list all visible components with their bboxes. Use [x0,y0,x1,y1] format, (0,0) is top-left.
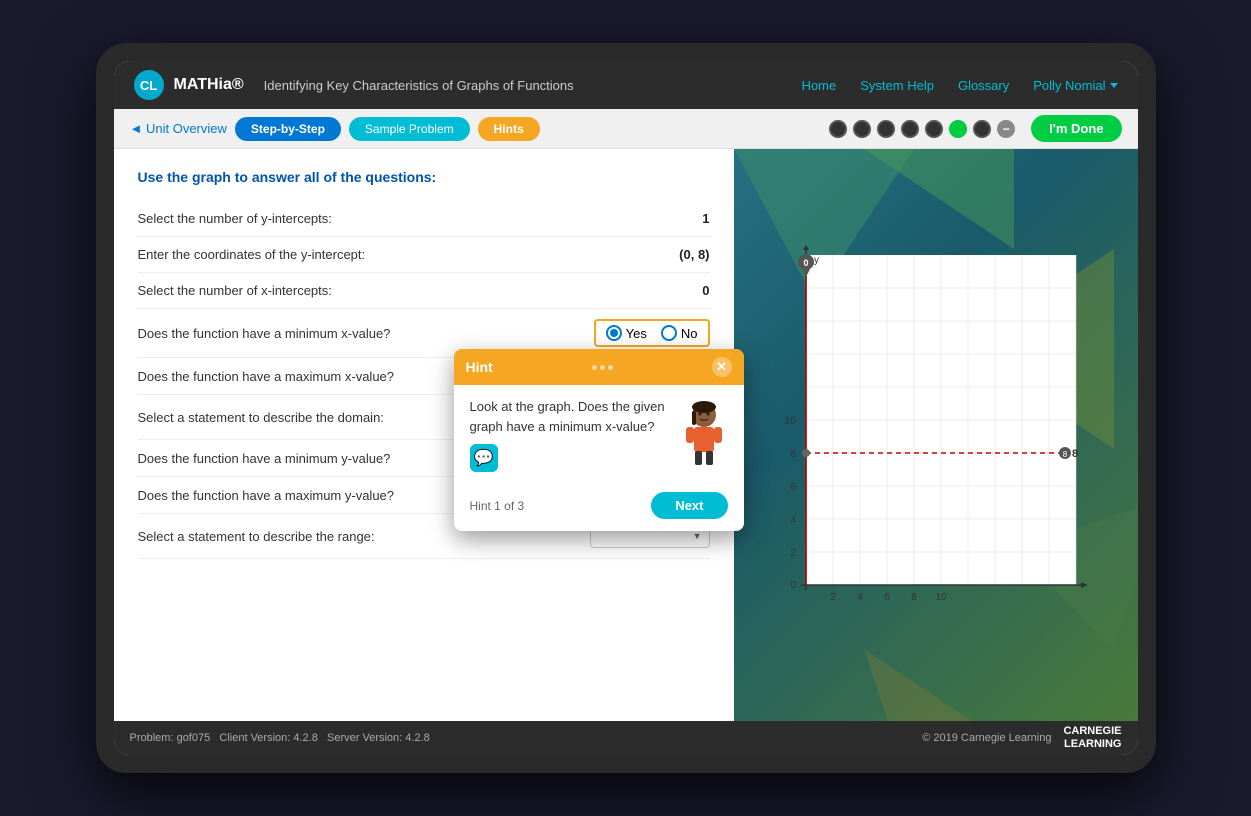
progress-dot-1 [829,120,847,138]
tablet-screen: CL MATHia® Identifying Key Characteristi… [114,61,1138,755]
graph-svg: 0 2 4 6 8 10 2 4 6 8 10 y [776,245,1096,625]
svg-text:6: 6 [790,482,796,493]
hint-footer: Hint 1 of 3 Next [454,484,744,531]
progress-dot-2 [853,120,871,138]
svg-text:8: 8 [1072,448,1078,460]
copyright: © 2019 Carnegie Learning [922,732,1051,744]
progress-dot-7 [973,120,991,138]
svg-text:8: 8 [1062,450,1067,459]
avatar [680,397,728,467]
im-done-button[interactable]: I'm Done [1031,115,1121,142]
main-content: Use the graph to answer all of the quest… [114,149,1138,721]
hint-counter: Hint 1 of 3 [470,499,525,513]
chevron-down-icon [1110,83,1118,88]
nav-glossary[interactable]: Glossary [958,78,1009,93]
svg-text:8: 8 [911,592,917,603]
instructions: Use the graph to answer all of the quest… [138,169,710,185]
toolbar: ◄ Unit Overview Step-by-Step Sample Prob… [114,109,1138,149]
hint-dot-2 [600,365,605,370]
hint-title: Hint [466,359,493,375]
q1-label: Select the number of y-intercepts: [138,211,695,226]
app-title: MATHia® [174,76,244,94]
svg-text:y: y [814,255,819,266]
graph-area: 0 2 4 6 8 10 2 4 6 8 10 y [734,149,1138,721]
svg-text:0: 0 [790,580,796,591]
page-title: Identifying Key Characteristics of Graph… [264,78,802,93]
sample-problem-button[interactable]: Sample Problem [349,117,470,141]
progress-dot-6 [949,120,967,138]
hints-button[interactable]: Hints [478,117,540,141]
hint-body: Look at the graph. Does the given graph … [454,385,744,484]
svg-text:2: 2 [790,548,796,559]
chat-icon: 💬 [470,444,498,472]
svg-text:2: 2 [830,592,836,603]
unit-overview-link[interactable]: ◄ Unit Overview [130,121,227,136]
progress-dot-5 [925,120,943,138]
hint-close-button[interactable]: ✕ [712,357,732,377]
q1-answer: 1 [702,211,709,226]
q4-yes-label: Yes [626,326,647,341]
hint-text: Look at the graph. Does the given graph … [470,397,668,436]
svg-text:4: 4 [790,515,796,526]
nav-home[interactable]: Home [802,78,837,93]
next-button[interactable]: Next [651,492,727,519]
top-nav: CL MATHia® Identifying Key Characteristi… [114,61,1138,109]
svg-text:0: 0 [803,258,808,268]
tablet-frame: CL MATHia® Identifying Key Characteristi… [96,43,1156,773]
status-text: Problem: gof075 Client Version: 4.2.8 Se… [130,732,430,744]
q4-no-radio[interactable] [661,325,677,341]
question-row-1: Select the number of y-intercepts: 1 [138,201,710,237]
svg-text:6: 6 [884,592,890,603]
q2-label: Enter the coordinates of the y-intercept… [138,247,672,262]
hint-header: Hint ✕ [454,349,744,385]
app-logo: CL [134,70,164,100]
q4-yes-radio[interactable] [606,325,622,341]
hint-dialog: Hint ✕ Look at the graph. Does the given… [454,349,744,531]
progress-dot-3 [877,120,895,138]
q3-answer: 0 [702,283,709,298]
question-row-2: Enter the coordinates of the y-intercept… [138,237,710,273]
hint-text-area: Look at the graph. Does the given graph … [470,397,668,472]
q2-answer: (0, 8) [679,247,709,262]
progress-dot-4 [901,120,919,138]
nav-system-help[interactable]: System Help [860,78,934,93]
nav-links: Home System Help Glossary Polly Nomial [802,78,1118,93]
q4-label: Does the function have a minimum x-value… [138,326,594,341]
question-row-3: Select the number of x-intercepts: 0 [138,273,710,309]
svg-text:10: 10 [935,592,947,603]
hint-dots [592,365,613,370]
q4-radio-group[interactable]: Yes No [594,319,710,347]
carnegie-learning-logo: CARNEGIE LEARNING [1063,725,1121,751]
nav-user[interactable]: Polly Nomial [1033,78,1117,93]
svg-text:8: 8 [790,449,796,460]
svg-text:4: 4 [857,592,863,603]
hint-dot-1 [592,365,597,370]
q3-label: Select the number of x-intercepts: [138,283,695,298]
progress-dots: − [829,120,1015,138]
progress-dot-8: − [997,120,1015,138]
status-bar: Problem: gof075 Client Version: 4.2.8 Se… [114,721,1138,755]
hint-dot-3 [608,365,613,370]
svg-text:10: 10 [784,416,796,427]
step-by-step-button[interactable]: Step-by-Step [235,117,341,141]
q4-no-label: No [681,326,698,341]
